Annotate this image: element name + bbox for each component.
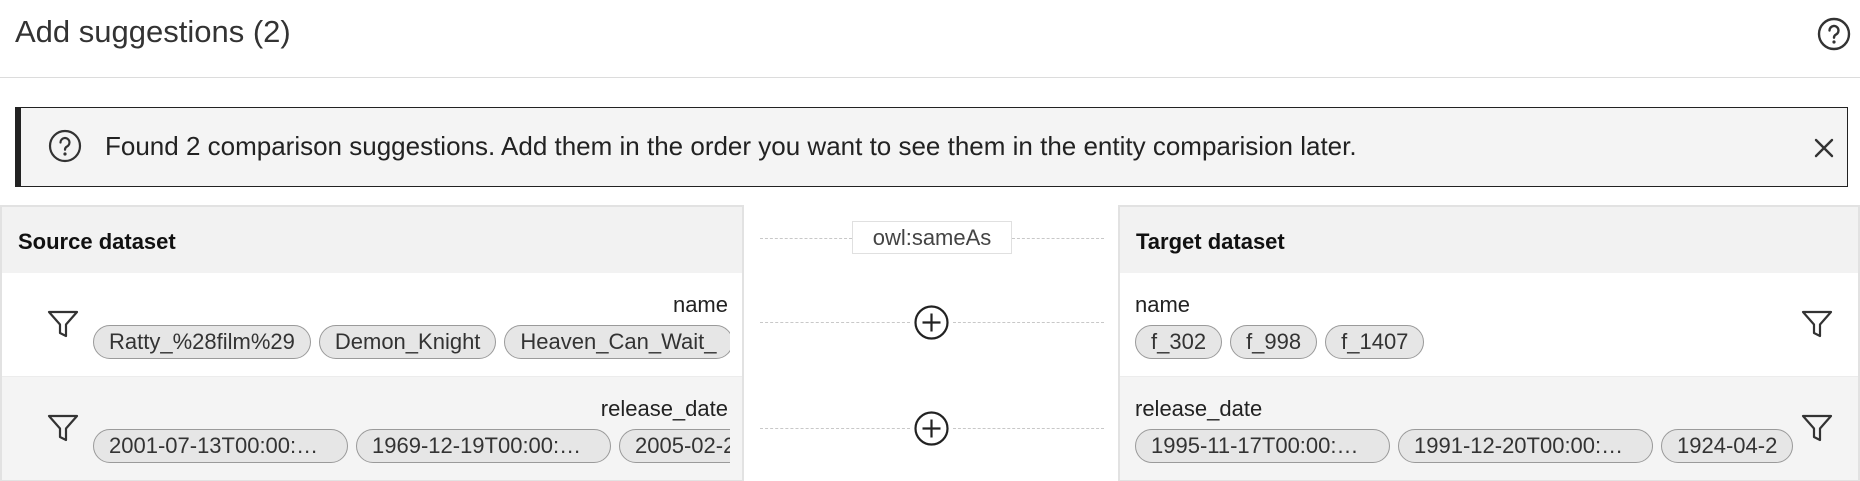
add-circle-icon[interactable] [913,304,950,341]
value-chip[interactable]: 1995-11-17T00:00:… [1135,429,1390,463]
source-property-label: name [672,292,728,317]
source-value-chips: Ratty_%28film%29 Demon_Knight Heaven_Can_W… [93,325,730,359]
target-property-label: release_date [1135,396,1263,421]
value-chip[interactable]: f_998 [1230,325,1318,359]
value-chip[interactable]: Ratty_%28film%29 [93,325,311,359]
source-panel-header: Source dataset [2,207,742,273]
connector-line [760,238,852,239]
source-property-label: release_date [600,396,728,421]
connector-line [953,322,1104,323]
source-panel-title: Source dataset [18,229,176,254]
target-panel-header: Target dataset [1120,207,1858,273]
value-chip[interactable]: 2001-07-13T00:00:… [93,429,348,463]
source-row-name: name Ratty_%28film%29 Demon_Knight Heaven_… [2,273,742,376]
value-chip[interactable]: f_302 [1135,325,1223,359]
source-value-chips: 2001-07-13T00:00:… 1969-12-19T00:00:… 2005… [93,429,730,463]
dialog-header: Add suggestions (2) [0,0,1860,78]
target-value-chips: f_302 f_998 f_1407 [1135,325,1793,359]
source-row-release-date: release_date 2001-07-13T00:00:… 1969-12-1… [2,377,742,480]
target-property-label: name [1135,292,1191,317]
add-circle-icon[interactable] [913,410,950,447]
filter-icon[interactable] [1800,411,1834,445]
connector-line [760,428,910,429]
target-value-chips: 1995-11-17T00:00:… 1991-12-20T00:00:… 1924… [1135,429,1793,463]
help-circle-icon [48,129,82,163]
filter-icon[interactable] [46,411,80,445]
connector-line [760,322,910,323]
target-row-release-date: release_date 1995-11-17T00:00:… 1991-12-2… [1120,377,1858,480]
value-chip[interactable]: 1924-04-2 [1661,429,1793,463]
link-type-label: owl:sameAs [852,221,1012,254]
notification-message: Found 2 comparison suggestions. Add them… [105,131,1357,161]
value-chip[interactable]: 1969-12-19T00:00:… [356,429,611,463]
connector-line [953,428,1104,429]
target-dataset-panel: Target dataset name f_302 f_998 f_1407 rel… [1118,205,1860,481]
target-panel-title: Target dataset [1136,229,1285,254]
connector-line [1012,238,1104,239]
value-chip[interactable]: 1991-12-20T00:00:… [1398,429,1653,463]
source-dataset-panel: Source dataset name Ratty_%28film%29 Demo… [0,205,744,481]
filter-icon[interactable] [46,307,80,341]
close-icon[interactable] [1810,134,1838,162]
value-chip[interactable]: Heaven_Can_Wait_ [504,325,730,359]
value-chip[interactable]: Demon_Knight [318,325,497,359]
dialog-title: Add suggestions (2) [15,14,291,49]
target-row-name: name f_302 f_998 f_1407 [1120,273,1858,376]
value-chip[interactable]: f_1407 [1325,325,1425,359]
value-chip[interactable]: 2005-02-2 [619,429,730,463]
info-notification: Found 2 comparison suggestions. Add them… [15,107,1848,187]
filter-icon[interactable] [1800,307,1834,341]
help-icon[interactable] [1816,16,1852,52]
